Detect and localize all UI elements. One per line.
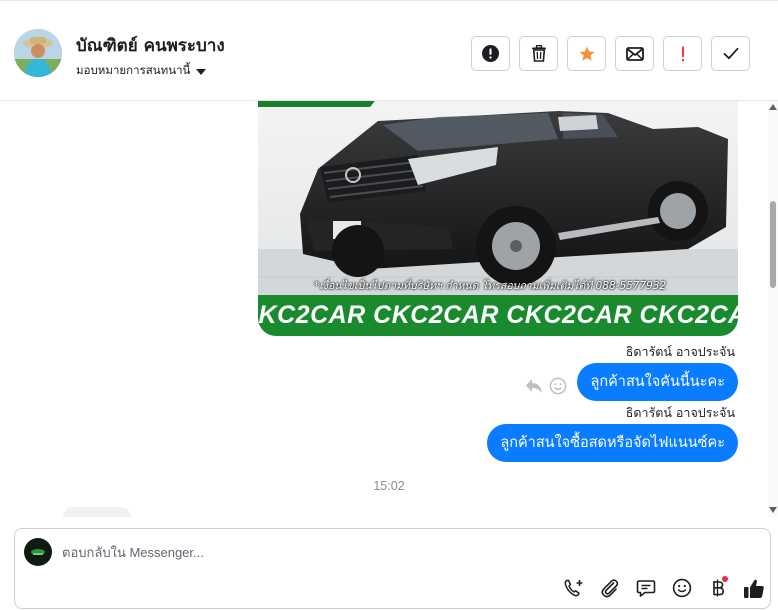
saved-reply-icon (636, 579, 656, 597)
message-thread: *เงื่อนไขเป็นไปตามที่บริษัทฯ กำหนด โทรสอ… (0, 101, 768, 517)
caret-down-icon (196, 68, 207, 75)
message-actions (525, 377, 567, 395)
thumbs-up-icon (744, 579, 764, 598)
star-icon (579, 46, 594, 61)
delete-button[interactable] (519, 36, 558, 71)
paperclip-icon (601, 579, 619, 598)
like-button[interactable] (736, 575, 772, 601)
mark-done-button[interactable] (711, 36, 750, 71)
notification-dot (722, 576, 728, 582)
scroll-thumb[interactable] (770, 201, 776, 288)
photo-banner-text: CKC2CAR CKC2CAR CKC2CAR CKC2CAR CKC2 (258, 301, 738, 329)
emoji-button[interactable] (664, 575, 700, 601)
shared-car-photo[interactable]: *เงื่อนไขเป็นไปตามที่บริษัทฯ กำหนด โทรสอ… (258, 101, 738, 336)
scroll-up-arrow-icon[interactable] (769, 104, 777, 110)
contact-avatar[interactable] (14, 29, 62, 77)
star-button[interactable] (567, 36, 606, 71)
conversation-header: บัณฑิตย์ คนพระบาง มอบหมายการสนทนานี้ (0, 0, 778, 101)
call-add-button[interactable] (556, 575, 592, 601)
sender-name: ธิดารัตน์ อาจประจัน (625, 405, 735, 420)
reply-composer (14, 528, 771, 609)
time-separator: 15:02 (373, 479, 405, 493)
exclamation-icon (681, 46, 684, 61)
emoji-icon (672, 578, 692, 598)
trash-icon (531, 45, 546, 62)
mark-unread-button[interactable] (615, 36, 654, 71)
mark-spam-button[interactable] (471, 36, 510, 71)
exclamation-circle-icon (482, 45, 499, 62)
page-avatar (24, 538, 52, 566)
assign-conversation-dropdown[interactable]: มอบหมายการสนทนานี้ (76, 62, 207, 80)
check-icon (723, 47, 738, 60)
photo-caption: *เงื่อนไขเป็นไปตามที่บริษัทฯ กำหนด โทรสอ… (314, 280, 667, 292)
contact-name[interactable]: บัณฑิตย์ คนพระบาง (76, 32, 225, 59)
payment-button[interactable] (700, 575, 736, 601)
saved-replies-button[interactable] (628, 575, 664, 601)
message-bubble[interactable]: ลูกค้าสนใจซื้อสดหรือจัดไฟแนนซ์คะ (487, 424, 738, 462)
header-actions (471, 36, 750, 71)
assign-label: มอบหมายการสนทนานี้ (76, 63, 191, 77)
scroll-down-arrow-icon[interactable] (769, 507, 777, 513)
envelope-icon (625, 46, 644, 61)
react-smiley-icon[interactable] (549, 377, 567, 395)
composer-tools (556, 575, 772, 601)
reply-icon[interactable] (525, 378, 543, 394)
reply-input[interactable] (62, 541, 662, 563)
attach-file-button[interactable] (592, 575, 628, 601)
follow-up-button[interactable] (663, 36, 702, 71)
thread-scrollbar[interactable] (768, 101, 778, 517)
incoming-message-placeholder (63, 507, 131, 517)
sender-name: ธิดารัตน์ อาจประจัน (625, 344, 735, 359)
message-bubble[interactable]: ลูกค้าสนใจคันนี้นะคะ (577, 363, 738, 401)
call-add-icon (564, 579, 583, 597)
photo-banner: CKC2CAR CKC2CAR CKC2CAR CKC2CAR CKC2 (258, 295, 738, 336)
